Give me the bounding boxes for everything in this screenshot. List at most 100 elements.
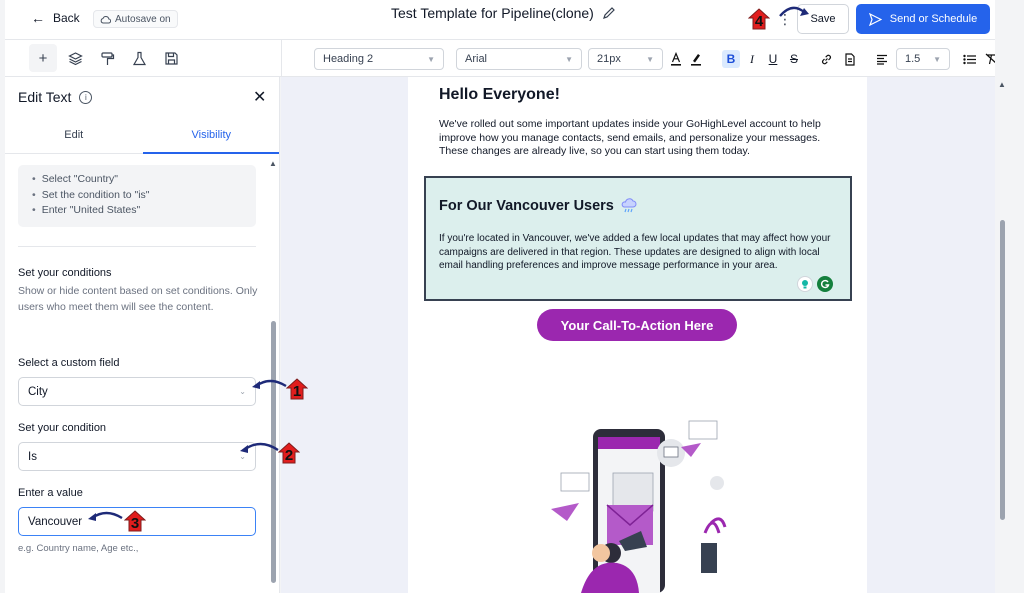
template-title-text: Test Template for Pipeline(clone) <box>391 5 594 21</box>
info-icon[interactable]: i <box>79 90 93 104</box>
panel-title: Edit Text <box>18 89 72 105</box>
value-help-text: e.g. Country name, Age etc., <box>18 543 139 554</box>
align-left-icon <box>877 54 887 65</box>
condition-label: Set your condition <box>18 422 107 434</box>
annotation-marker-3: 3 <box>124 510 146 532</box>
underline-icon: U <box>768 52 778 66</box>
italic-button[interactable]: I <box>743 50 761 68</box>
link-icon <box>821 54 831 64</box>
document-icon <box>845 52 855 66</box>
styles-button[interactable] <box>93 44 121 72</box>
text-color-icon <box>671 52 681 66</box>
back-label: Back <box>53 11 80 25</box>
list-icon <box>962 54 976 64</box>
highlighter-icon <box>691 54 701 66</box>
template-title: Test Template for Pipeline(clone) <box>391 5 616 21</box>
page-scrollbar[interactable] <box>1000 220 1005 520</box>
send-or-schedule-button[interactable]: Send or Schedule <box>856 4 990 34</box>
email-body: Hello Everyone! We've rolled out some im… <box>408 77 867 593</box>
custom-field-select[interactable]: City ⌄ <box>18 377 256 406</box>
lightbulb-icon[interactable] <box>797 276 813 292</box>
chevron-down-icon: ▼ <box>646 54 654 64</box>
merge-field-button[interactable] <box>841 50 859 68</box>
condition-value: Is <box>28 450 37 463</box>
close-icon[interactable]: ✕ <box>253 87 266 107</box>
scroll-up-icon[interactable]: ▲ <box>269 159 277 168</box>
example-hint-box: Select "Country" Set the condition to "i… <box>18 165 256 227</box>
conditions-title: Set your conditions <box>18 267 112 279</box>
annotation-number: 3 <box>130 515 140 532</box>
text-color-button[interactable] <box>667 50 685 68</box>
bullet-list-button[interactable] <box>960 50 978 68</box>
annotation-number: 4 <box>754 13 764 30</box>
font-size-value: 21px <box>597 53 621 65</box>
highlight-button[interactable] <box>687 50 705 68</box>
chevron-down-icon: ▼ <box>427 54 435 64</box>
flask-icon <box>132 51 146 65</box>
block-assist-icons <box>797 276 833 292</box>
block-heading: For Our Vancouver Users <box>439 198 638 214</box>
strikethrough-icon: S <box>789 52 798 66</box>
font-family-select[interactable]: Arial ▼ <box>456 48 582 70</box>
test-button[interactable] <box>125 44 153 72</box>
block-type-select[interactable]: Heading 2 ▼ <box>314 48 444 70</box>
vancouver-text-block[interactable]: For Our Vancouver Users If you're locate… <box>424 176 852 301</box>
value-input-text: Vancouver <box>28 515 83 528</box>
save-template-button[interactable] <box>157 44 185 72</box>
annotation-number: 1 <box>292 383 302 400</box>
rain-cloud-icon <box>621 198 637 213</box>
panel-header: Edit Text i <box>18 89 93 105</box>
send-label: Send or Schedule <box>889 13 978 25</box>
value-label: Enter a value <box>18 487 83 499</box>
layers-button[interactable] <box>61 44 89 72</box>
align-button[interactable] <box>873 50 891 68</box>
hint-item: Select "Country" <box>32 172 256 188</box>
scroll-up-icon[interactable]: ▲ <box>998 80 1006 89</box>
grammarly-icon[interactable] <box>817 276 833 292</box>
line-height-value: 1.5 <box>905 53 921 65</box>
panel-tools: + <box>29 44 185 72</box>
link-button[interactable] <box>817 50 835 68</box>
add-element-button[interactable]: + <box>29 44 57 72</box>
annotation-marker-1: 1 <box>286 378 308 400</box>
annotation-marker-4: 4 <box>748 8 770 30</box>
section-divider <box>18 246 256 247</box>
custom-field-label: Select a custom field <box>18 357 120 369</box>
phone-illustration-image <box>551 420 727 593</box>
toolbar-divider <box>281 40 282 77</box>
line-height-select[interactable]: 1.5 ▼ <box>896 48 950 70</box>
font-family-value: Arial <box>465 53 488 65</box>
annotation-arrow-2 <box>240 442 279 453</box>
panel-tabs: Edit Visibility <box>5 117 279 154</box>
paint-roller-icon <box>100 51 114 65</box>
strikethrough-button[interactable]: S <box>785 50 803 68</box>
italic-icon: I <box>750 51 754 66</box>
annotation-marker-2: 2 <box>278 442 300 464</box>
underline-button[interactable]: U <box>764 50 782 68</box>
tab-edit[interactable]: Edit <box>5 117 143 153</box>
block-text: If you're located in Vancouver, we've ad… <box>439 233 831 271</box>
top-bar: ← Back Autosave on Test Template for Pip… <box>5 0 995 40</box>
pencil-icon[interactable] <box>602 6 616 20</box>
cloud-icon <box>100 15 111 23</box>
editor-toolbar: + Heading 2 ▼ Arial ▼ 21px ▼ B I U S 1.5… <box>5 40 997 77</box>
bold-button[interactable]: B <box>722 50 740 68</box>
font-size-select[interactable]: 21px ▼ <box>588 48 663 70</box>
conditions-description: Show or hide content based on set condit… <box>18 285 258 313</box>
email-heading[interactable]: Hello Everyone! <box>439 86 560 104</box>
back-button[interactable]: ← Back <box>31 11 80 25</box>
email-intro-text[interactable]: We've rolled out some important updates … <box>439 118 844 159</box>
chevron-down-icon: ▼ <box>933 54 941 64</box>
custom-field-value: City <box>28 385 48 398</box>
hint-item: Set the condition to "is" <box>32 188 256 204</box>
autosave-label: Autosave on <box>115 13 171 25</box>
annotation-arrow-3 <box>88 511 123 521</box>
send-icon <box>868 12 882 26</box>
chevron-down-icon: ▼ <box>565 54 573 64</box>
cta-button[interactable]: Your Call-To-Action Here <box>537 309 737 341</box>
hint-item: Enter "United States" <box>32 203 256 219</box>
block-heading-text: For Our Vancouver Users <box>439 198 614 214</box>
condition-select[interactable]: Is ⌄ <box>18 442 256 471</box>
tab-visibility[interactable]: Visibility <box>142 117 279 154</box>
arrow-left-icon: ← <box>31 10 45 26</box>
